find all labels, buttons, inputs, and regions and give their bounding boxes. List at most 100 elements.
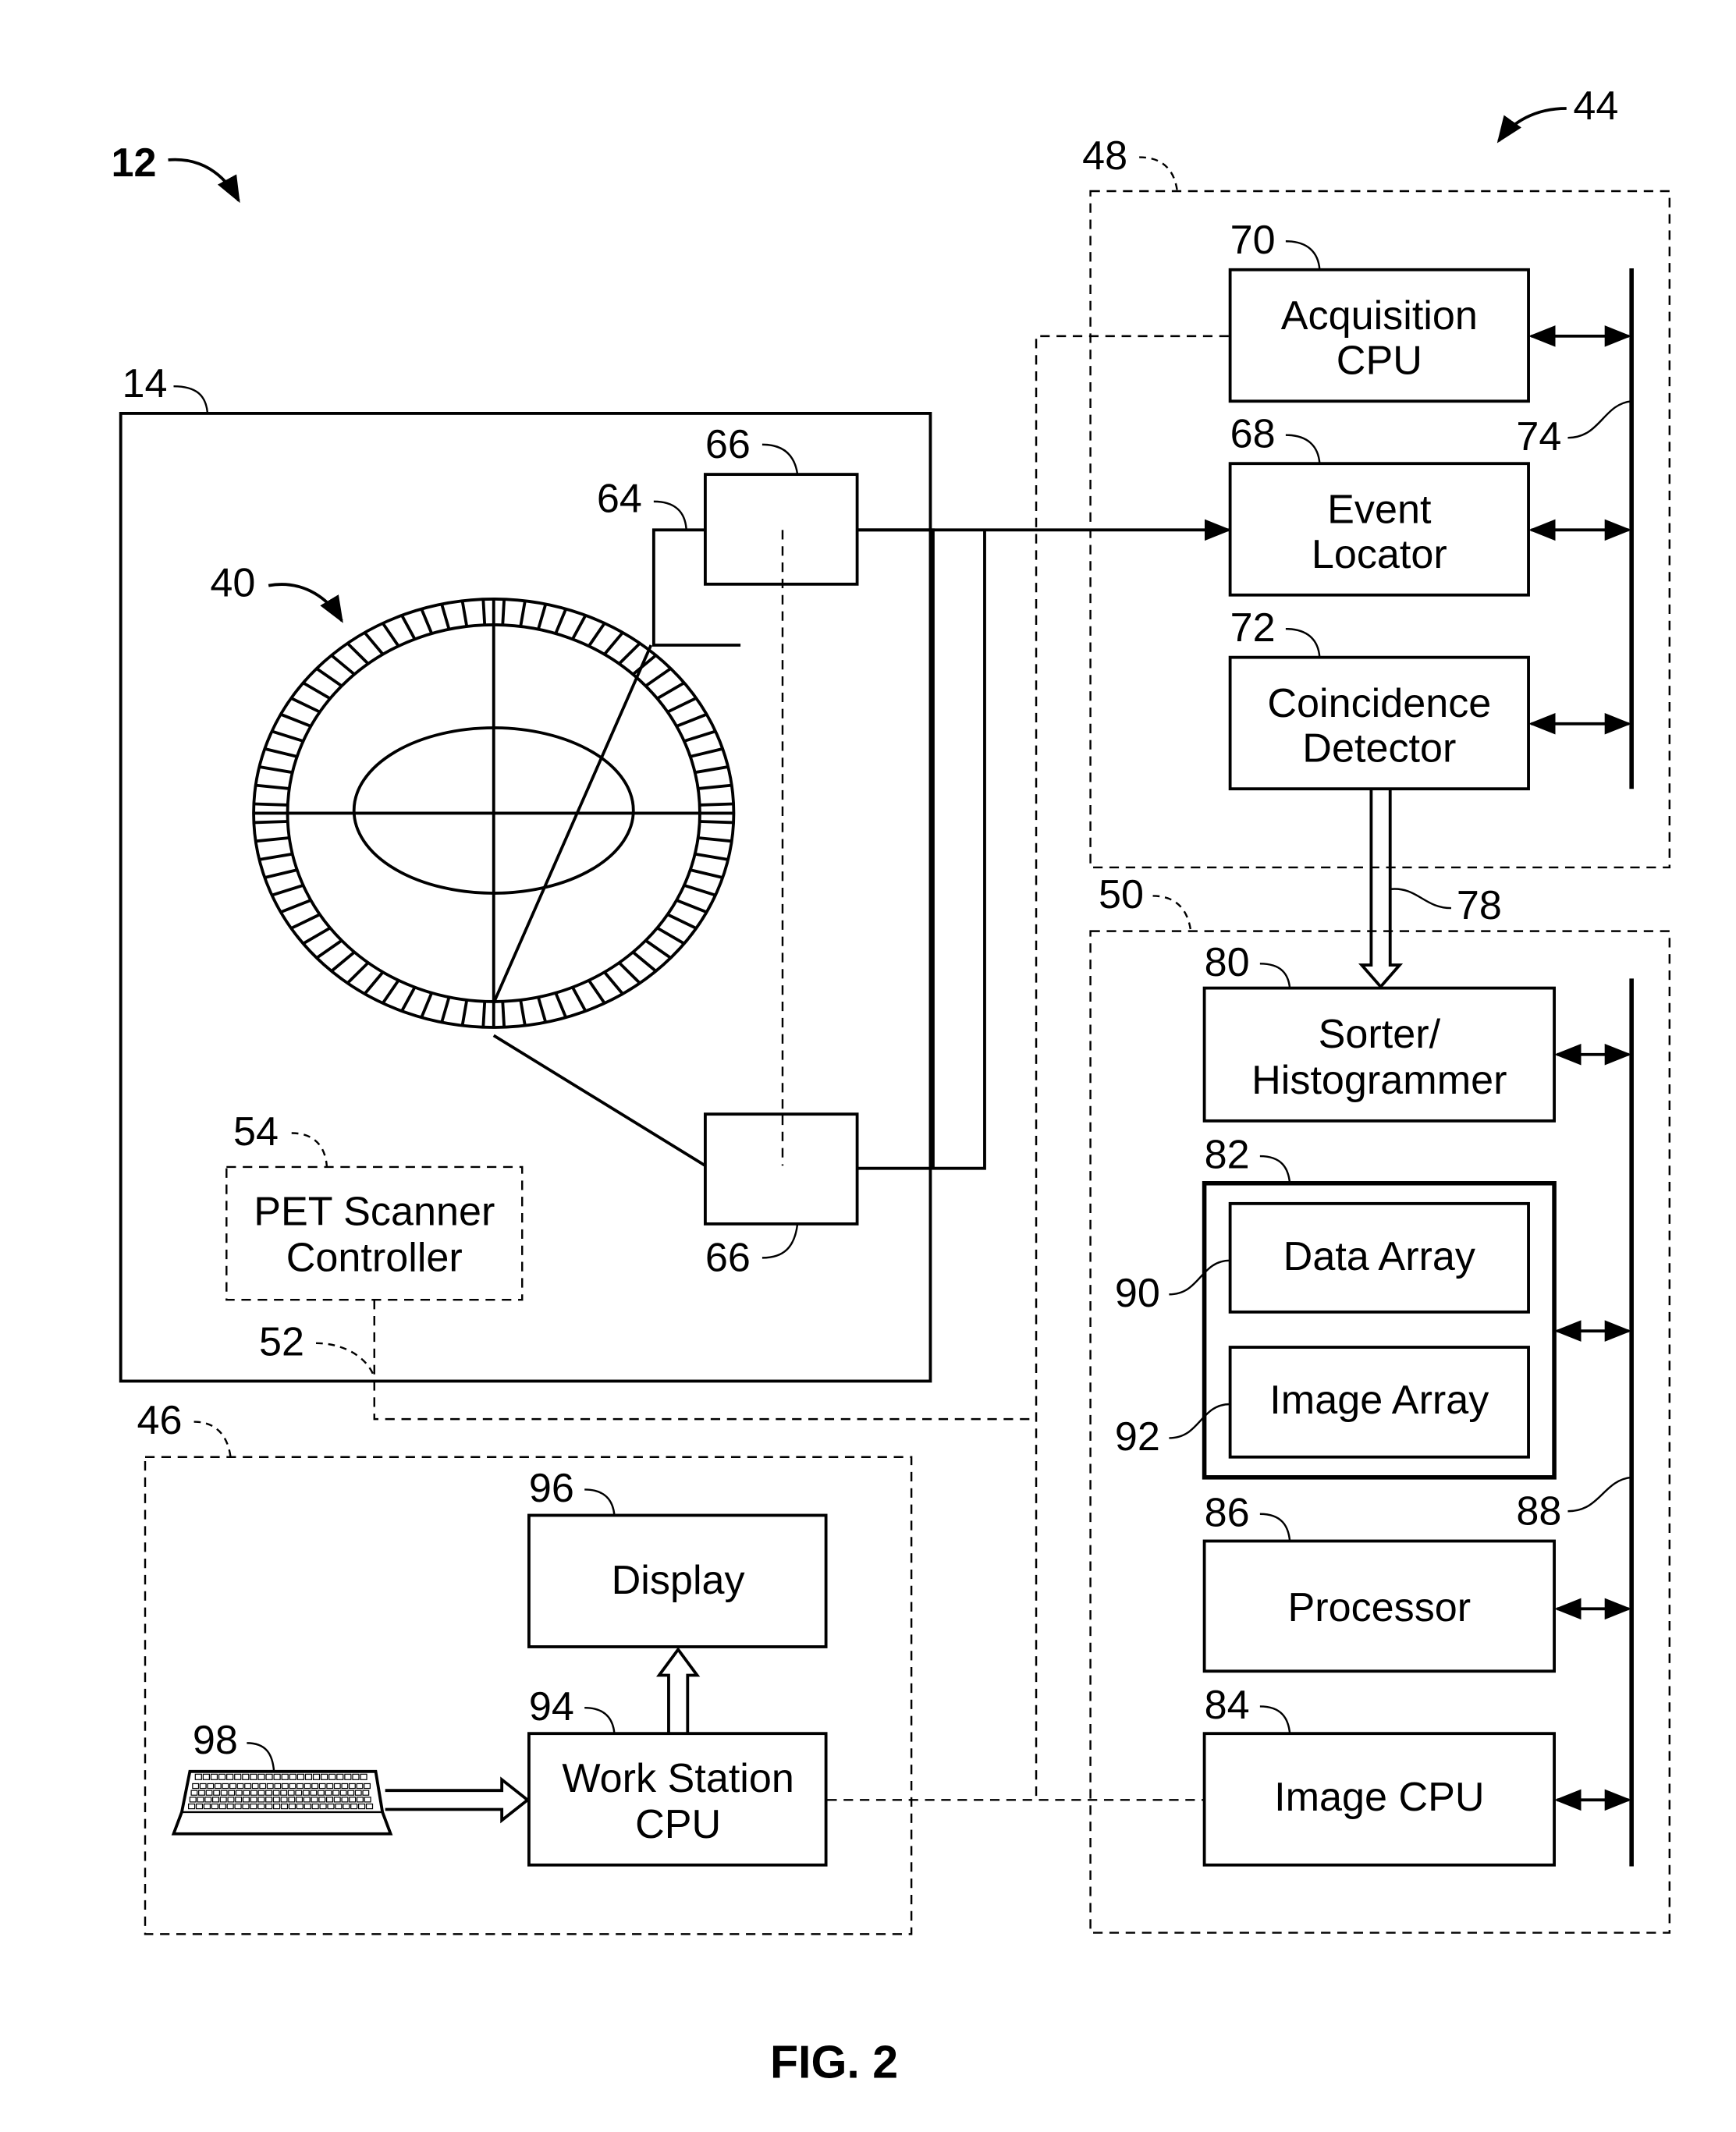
keyboard-keys — [188, 1773, 374, 1810]
keyboard-key — [304, 1773, 313, 1780]
keyboard-key — [222, 1783, 229, 1790]
ring-segment-divider — [501, 1001, 506, 1027]
ring-segment-divider — [254, 820, 288, 825]
sorter-label-1: Sorter/ — [1319, 1012, 1441, 1057]
sorter-histogrammer-block: Sorter/ Histogrammer 80 — [1202, 940, 1632, 1123]
ring-segment-divider — [618, 642, 641, 665]
ring-segment-divider — [554, 992, 568, 1019]
ring-segment-divider — [603, 631, 624, 656]
keyboard-key — [326, 1783, 334, 1790]
keyboard-key — [194, 1773, 202, 1780]
ring-segment-divider — [420, 992, 434, 1019]
ring-segment-divider — [656, 681, 685, 701]
keyboard-key — [195, 1803, 204, 1810]
keyboard-key — [281, 1783, 289, 1790]
ref-92-label: 92 — [1115, 1414, 1160, 1460]
keyboard-key — [280, 1803, 289, 1810]
ring-segment-divider — [656, 926, 685, 945]
keyboard-key — [250, 1803, 257, 1810]
ref-64-label: 64 — [597, 477, 642, 522]
keyboard-key — [311, 1803, 319, 1810]
ref-74-leader — [1567, 400, 1632, 439]
keyboard-icon — [171, 1769, 393, 1836]
coincidence-detector-label-2: Detector — [1302, 725, 1456, 771]
ring-segment-divider — [690, 747, 723, 758]
event-locator-label-2: Locator — [1312, 532, 1447, 577]
ref-74-label: 74 — [1516, 414, 1561, 459]
ring-segment-divider — [315, 939, 343, 960]
keyboard-key — [289, 1773, 296, 1780]
ref-12-label: 12 — [112, 140, 157, 186]
keyboard-key — [333, 1797, 341, 1803]
ring-segment-divider — [264, 868, 298, 879]
acquisition-cpu-block: Acquisition CPU 70 — [1228, 218, 1632, 403]
keyboard-key — [265, 1803, 273, 1810]
ref-66-lower-label: 66 — [705, 1236, 751, 1281]
lower-module-wire — [492, 1034, 706, 1167]
keyboard-key — [364, 1783, 371, 1790]
keyboard-key — [312, 1773, 321, 1780]
ref-40-label: 40 — [210, 560, 255, 605]
image-cpu-label: Image CPU — [1274, 1775, 1484, 1820]
ring-segment-divider — [346, 961, 370, 984]
ref-48-leader — [1139, 156, 1179, 192]
upper-module-extra — [857, 528, 935, 1169]
keyboard-key — [242, 1803, 250, 1810]
ref-40-arrow — [268, 583, 343, 623]
keyboard-key — [318, 1797, 326, 1803]
ring-segment-divider — [346, 642, 370, 665]
keyboard-key — [288, 1797, 296, 1803]
ref-98-leader — [247, 1742, 275, 1772]
keyboard-key — [189, 1797, 197, 1803]
keyboard-body — [171, 1769, 393, 1836]
keyboard-key — [190, 1790, 198, 1796]
ring-segment-divider — [363, 631, 385, 656]
ring-segment-divider — [290, 697, 321, 714]
keyboard-key — [352, 1773, 360, 1780]
ref-94-label: 94 — [529, 1684, 574, 1729]
keyboard-key — [281, 1773, 289, 1780]
keyboard-key — [273, 1773, 281, 1780]
ring-segment-divider — [690, 868, 723, 879]
ref-14-leader — [173, 385, 209, 414]
keyboard-key — [304, 1803, 311, 1810]
keyboard-key — [335, 1803, 343, 1810]
keyboard-key — [325, 1790, 332, 1796]
keyboard-key — [211, 1797, 219, 1803]
ref-82-leader — [1259, 1155, 1291, 1183]
ring-segment-divider — [330, 654, 356, 676]
ref-44-arrow — [1496, 107, 1567, 144]
ref-66-upper-label: 66 — [705, 422, 751, 467]
keyboard-key — [310, 1790, 318, 1796]
ring-segment-divider — [698, 836, 732, 843]
ref-80-label: 80 — [1205, 940, 1250, 985]
ring-segment-divider — [440, 996, 451, 1023]
keyboard-key — [296, 1773, 304, 1780]
keyboard-key — [332, 1790, 340, 1796]
keyboard-key — [348, 1783, 356, 1790]
processor-label: Processor — [1287, 1585, 1471, 1630]
ring-segment-divider — [363, 970, 385, 995]
ring-segment-divider — [460, 600, 469, 627]
keyboard-key — [360, 1773, 367, 1780]
ref-72-label: 72 — [1230, 605, 1276, 651]
keyboard-key — [205, 1790, 213, 1796]
keyboard-key — [280, 1797, 288, 1803]
keyboard-key — [192, 1783, 200, 1790]
figure-caption: FIG. 2 — [770, 2037, 898, 2088]
keyboard-key — [362, 1790, 370, 1796]
keyboard-key — [214, 1783, 222, 1790]
keyboard-key — [289, 1783, 296, 1790]
ring-segment-divider — [255, 836, 289, 843]
scanner-gantry: 14 40 66 66 64 PET Scanner Controller 54… — [119, 361, 932, 1383]
ref-96-leader — [584, 1488, 616, 1516]
ring-segment-divider — [400, 614, 417, 640]
keyboard-key — [226, 1773, 234, 1780]
keyboard-key — [287, 1790, 295, 1796]
ring-segment-divider — [501, 599, 506, 626]
keyboard-key — [257, 1773, 265, 1780]
keyboard-key — [218, 1803, 226, 1810]
ref-80-leader — [1259, 963, 1291, 988]
keyboard-key — [295, 1790, 303, 1796]
keyboard-key — [199, 1783, 207, 1790]
